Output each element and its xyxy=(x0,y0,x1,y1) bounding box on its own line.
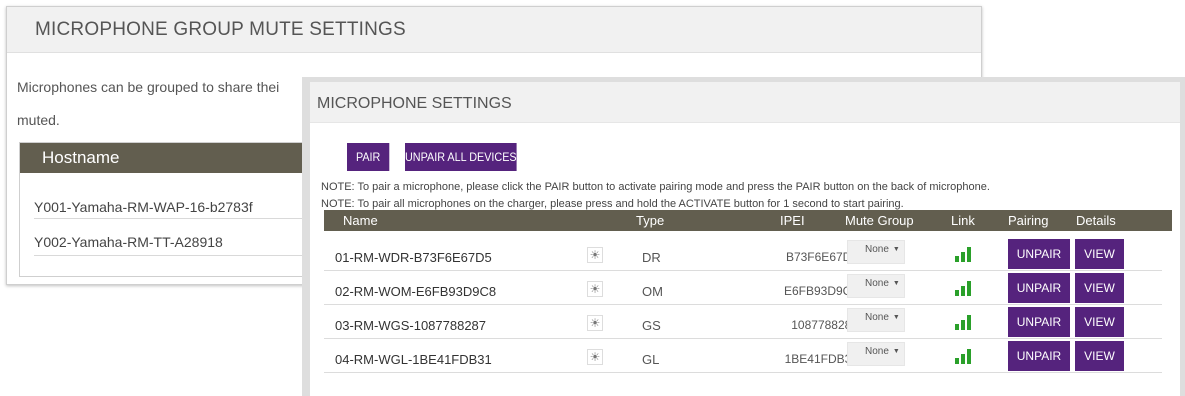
column-header-pairing: Pairing xyxy=(1008,213,1049,228)
mute-group-select[interactable]: None ▼ xyxy=(847,274,905,298)
mic-ipei: 1BE41FDB31 xyxy=(784,352,858,366)
hostname-row[interactable]: Y001-Yamaha-RM-WAP-16-b2783f xyxy=(34,173,318,219)
microphone-table-header: Name Type IPEI Mute Group Link Pairing D… xyxy=(324,210,1172,231)
column-header-name: Name xyxy=(343,213,378,228)
unpair-all-devices-button[interactable]: UNPAIR ALL DEVICES xyxy=(405,143,517,171)
table-row: 04-RM-WGL-1BE41FDB31 ☀ GL 1BE41FDB31 Non… xyxy=(324,339,1162,373)
signal-strength-icon xyxy=(955,312,975,330)
mute-group-value: None xyxy=(865,278,889,289)
mic-type: DR xyxy=(642,250,661,265)
column-header-details: Details xyxy=(1076,213,1116,228)
mute-group-value: None xyxy=(865,244,889,255)
caret-down-icon: ▼ xyxy=(892,280,900,287)
mic-name: 01-RM-WDR-B73F6E67D5 xyxy=(335,250,492,265)
microphone-sun-icon[interactable]: ☀ xyxy=(587,281,603,297)
unpair-button[interactable]: UNPAIR xyxy=(1008,307,1070,337)
hostname-row[interactable]: Y002-Yamaha-RM-TT-A28918 xyxy=(34,219,318,256)
column-header-ipei: IPEI xyxy=(780,213,805,228)
unpair-button[interactable]: UNPAIR xyxy=(1008,341,1070,371)
unpair-button[interactable]: UNPAIR xyxy=(1008,239,1070,269)
signal-strength-icon xyxy=(955,244,975,262)
microphone-sun-icon[interactable]: ☀ xyxy=(587,247,603,263)
mic-name: 03-RM-WGS-1087788287 xyxy=(335,318,487,333)
group-mute-settings-title: MICROPHONE GROUP MUTE SETTINGS xyxy=(7,7,981,53)
microphone-table: Name Type IPEI Mute Group Link Pairing D… xyxy=(324,210,1172,373)
mic-name: 02-RM-WOM-E6FB93D9C8 xyxy=(335,284,497,299)
mute-group-select[interactable]: None ▼ xyxy=(847,240,905,264)
view-button[interactable]: VIEW xyxy=(1075,239,1124,269)
table-row: 02-RM-WOM-E6FB93D9C8 ☀ OM E6FB93D9C8 Non… xyxy=(324,271,1162,305)
microphone-settings-panel: MICROPHONE SETTINGS PAIR UNPAIR ALL DEVI… xyxy=(310,82,1180,396)
signal-strength-icon xyxy=(955,278,975,296)
pairing-note-1: NOTE: To pair a microphone, please click… xyxy=(321,181,990,193)
mute-group-value: None xyxy=(865,312,889,323)
caret-down-icon: ▼ xyxy=(892,246,900,253)
view-button[interactable]: VIEW xyxy=(1075,341,1124,371)
mic-ipei: B73F6E67D5 xyxy=(785,250,858,264)
column-header-type: Type xyxy=(636,213,665,228)
table-row: 01-RM-WDR-B73F6E67D5 ☀ DR B73F6E67D5 Non… xyxy=(324,237,1162,271)
mic-ipei: E6FB93D9C8 xyxy=(783,284,858,298)
mic-type: GL xyxy=(642,352,660,367)
mic-type: OM xyxy=(642,284,663,299)
caret-down-icon: ▼ xyxy=(892,348,900,355)
view-button[interactable]: VIEW xyxy=(1075,273,1124,303)
microphone-sun-icon[interactable]: ☀ xyxy=(587,315,603,331)
mute-group-select[interactable]: None ▼ xyxy=(847,308,905,332)
microphone-settings-window: MICROPHONE SETTINGS PAIR UNPAIR ALL DEVI… xyxy=(302,77,1185,396)
column-header-link: Link xyxy=(951,213,975,228)
pairing-note-2: NOTE: To pair all microphones on the cha… xyxy=(321,198,904,210)
mute-group-select[interactable]: None ▼ xyxy=(847,342,905,366)
table-row: 03-RM-WGS-1087788287 ☀ GS 1087788287 Non… xyxy=(324,305,1162,339)
mute-group-value: None xyxy=(865,346,889,357)
pair-button[interactable]: PAIR xyxy=(347,143,390,171)
microphone-rows: 01-RM-WDR-B73F6E67D5 ☀ DR B73F6E67D5 Non… xyxy=(324,231,1172,373)
view-button[interactable]: VIEW xyxy=(1075,307,1124,337)
mic-name: 04-RM-WGL-1BE41FDB31 xyxy=(335,352,492,367)
mic-ipei: 1087788287 xyxy=(791,318,858,332)
hostname-table: Hostname Y001-Yamaha-RM-WAP-16-b2783f Y0… xyxy=(19,142,319,277)
caret-down-icon: ▼ xyxy=(892,314,900,321)
microphone-sun-icon[interactable]: ☀ xyxy=(587,349,603,365)
hostname-column-header: Hostname xyxy=(20,143,318,173)
microphone-settings-title: MICROPHONE SETTINGS xyxy=(310,82,1180,123)
unpair-button[interactable]: UNPAIR xyxy=(1008,273,1070,303)
mic-type: GS xyxy=(642,318,661,333)
column-header-mute-group: Mute Group xyxy=(845,213,914,228)
signal-strength-icon xyxy=(955,346,975,364)
